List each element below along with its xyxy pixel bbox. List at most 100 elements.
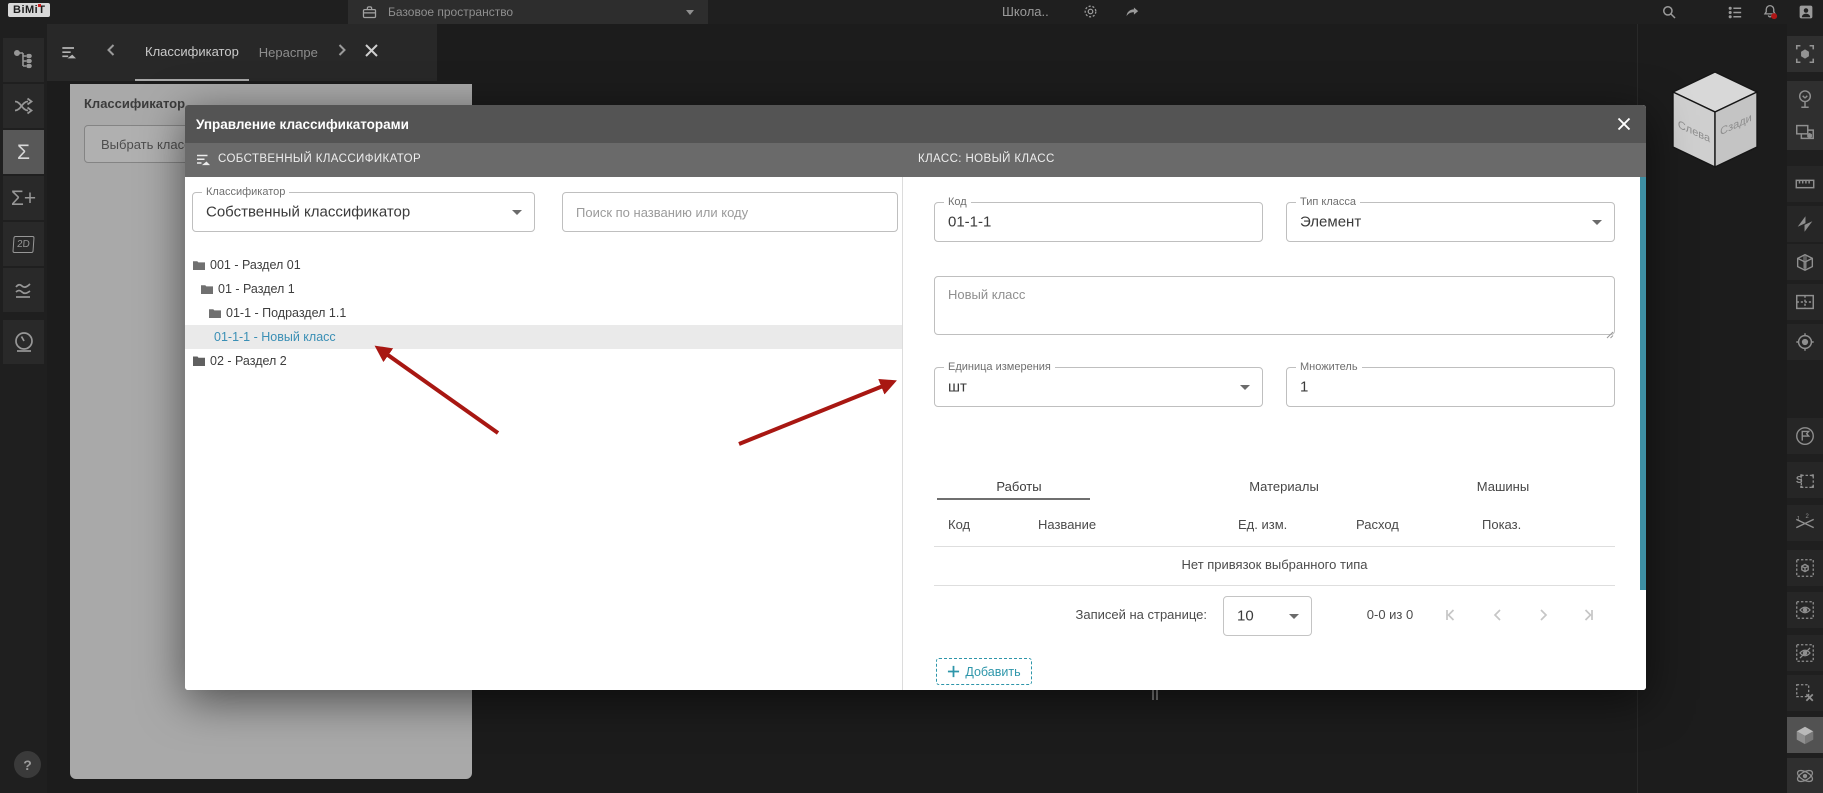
code-field[interactable]: Код 01-1-1 <box>934 196 1263 242</box>
search-input[interactable] <box>562 192 898 232</box>
add-binding-button[interactable]: Добавить <box>936 658 1032 685</box>
notifications-icon[interactable] <box>1761 3 1779 21</box>
list-icon[interactable] <box>1727 4 1744 21</box>
search-icon[interactable] <box>1660 3 1678 21</box>
selection-s-icon[interactable]: S <box>1787 462 1823 498</box>
rows-per-page-label: Записей на странице: <box>1075 607 1207 622</box>
focus-select-icon[interactable] <box>1787 36 1823 72</box>
account-icon[interactable] <box>1797 3 1815 21</box>
pane-divider <box>902 177 903 690</box>
sigma-plus-icon[interactable]: Σ+ <box>3 176 44 220</box>
class-type-select[interactable]: Тип класса Элемент <box>1286 196 1615 242</box>
tree-item-label: 001 - Раздел 01 <box>210 258 301 272</box>
share-icon[interactable] <box>1124 4 1141 21</box>
tabs-close-icon[interactable] <box>356 43 387 63</box>
nature-tree-icon[interactable] <box>1787 81 1823 117</box>
tab-machines[interactable]: Машины <box>1477 479 1529 494</box>
help-button[interactable]: ? <box>14 751 41 778</box>
tab-classifier-label: Классификатор <box>145 44 239 59</box>
2d-icon[interactable]: 2D <box>3 222 44 266</box>
selection-layers-icon[interactable] <box>1787 114 1823 150</box>
folder-open-icon <box>193 261 205 270</box>
ruler-icon[interactable] <box>1787 166 1823 202</box>
shuffle-icon[interactable] <box>3 84 44 128</box>
tab-classifier[interactable]: Классификатор <box>135 24 249 81</box>
multiplier-label: Множитель <box>1296 361 1362 374</box>
class-type-label: Тип класса <box>1296 196 1360 209</box>
right-panel-header: КЛАСС: НОВЫЙ КЛАСС <box>918 153 1055 165</box>
rows-per-page-value: 10 <box>1237 607 1254 625</box>
gear-icon[interactable] <box>1082 3 1099 20</box>
table-divider <box>934 585 1615 586</box>
target-icon[interactable] <box>1787 324 1823 360</box>
caret-down-icon <box>1289 614 1299 619</box>
active-tab-underline <box>937 498 1090 500</box>
tabs-menu-icon[interactable] <box>59 43 79 63</box>
class-name-textarea[interactable]: Новый класс <box>934 276 1615 335</box>
caret-down-icon <box>1592 220 1602 225</box>
tree-item[interactable]: 01 - Раздел 1 <box>185 277 902 301</box>
first-page-icon[interactable] <box>1441 605 1461 625</box>
project-name: Школа.. <box>1002 4 1049 19</box>
tab-works[interactable]: Работы <box>996 479 1041 494</box>
tree-item-selected[interactable]: 01-1-1 - Новый класс <box>185 325 902 349</box>
modal-titlebar: Управление классификаторами <box>185 105 1646 143</box>
modal-body: Классификатор Собственный классификатор … <box>185 177 1646 690</box>
classifier-select-label: Классификатор <box>202 186 290 199</box>
briefcase-icon <box>361 4 378 21</box>
modal-close-icon[interactable] <box>1616 116 1632 137</box>
modal-subheader: СОБСТВЕННЫЙ КЛАССИФИКАТОР КЛАСС: НОВЫЙ К… <box>185 143 1646 177</box>
right-pane-scrollbar[interactable] <box>1640 177 1646 590</box>
tab-materials[interactable]: Материалы <box>1249 479 1319 494</box>
show-eye-icon[interactable] <box>1787 592 1823 628</box>
tree-item-label: 01-1-1 - Новый класс <box>214 330 336 344</box>
section-box-icon[interactable] <box>1787 244 1823 280</box>
workspace-label: Базовое пространство <box>388 5 514 19</box>
column-header-unit: Ед. изм. <box>1238 517 1288 532</box>
column-header-indicator: Показ. <box>1482 517 1522 532</box>
tabs-next-icon[interactable] <box>328 43 356 62</box>
empty-table-message: Нет привязок выбранного типа <box>1181 557 1368 572</box>
gauge-icon[interactable] <box>3 320 44 364</box>
trend-lines-icon[interactable] <box>3 268 44 312</box>
classifier-tree: 001 - Раздел 01 01 - Раздел 1 01-1 - Под… <box>185 253 902 373</box>
orbit-icon[interactable] <box>1787 758 1823 793</box>
sigma-icon[interactable]: Σ <box>3 130 44 174</box>
multiplier-field[interactable]: Множитель 1 <box>1286 361 1615 407</box>
hide-eye-icon[interactable] <box>1787 635 1823 671</box>
rows-per-page-select[interactable]: 10 <box>1223 596 1312 636</box>
multiplier-value: 1 <box>1300 378 1309 396</box>
unit-label: Единица измерения <box>944 361 1055 374</box>
workspace-selector[interactable]: Базовое пространство <box>348 0 708 24</box>
tabs-prev-icon[interactable] <box>97 43 125 62</box>
column-header-code: Код <box>948 517 971 532</box>
add-binding-label: Добавить <box>965 664 1021 679</box>
axis-lines-icon[interactable]: 12 <box>1787 505 1823 541</box>
tree-item[interactable]: 02 - Раздел 2 <box>185 349 902 373</box>
caret-down-icon <box>686 9 694 15</box>
caret-down-icon <box>512 210 522 215</box>
sort-tree-icon[interactable] <box>194 151 212 169</box>
sigma-glyph: Σ <box>17 140 30 164</box>
tree-item[interactable]: 001 - Раздел 01 <box>185 253 902 277</box>
sigma-plus-glyph: Σ+ <box>10 186 37 210</box>
isolate-cube-icon[interactable] <box>1787 550 1823 586</box>
flag-icon[interactable] <box>1787 418 1823 454</box>
view-cube[interactable]: Слева Сзади <box>1650 62 1780 182</box>
floorplan-icon[interactable] <box>1787 284 1823 320</box>
structure-tree-icon[interactable] <box>3 38 44 82</box>
flash-icon[interactable] <box>1787 206 1823 242</box>
solid-cube-icon[interactable] <box>1787 717 1823 753</box>
clear-selection-icon[interactable] <box>1787 675 1823 711</box>
axis-two-glyph: 2 <box>1805 514 1808 520</box>
next-page-icon[interactable] <box>1533 605 1553 625</box>
class-type-value: Элемент <box>1300 213 1362 231</box>
last-page-icon[interactable] <box>1578 605 1598 625</box>
classifier-select[interactable]: Классификатор Собственный классификатор <box>192 186 535 232</box>
tab-unallocated[interactable]: Нераспре <box>249 24 328 81</box>
previous-page-icon[interactable] <box>1488 605 1508 625</box>
unit-select[interactable]: Единица измерения шт <box>934 361 1263 407</box>
logo-red-dot <box>38 4 42 7</box>
left-toolbar: Σ Σ+ 2D <box>0 24 47 793</box>
tree-item[interactable]: 01-1 - Подраздел 1.1 <box>185 301 902 325</box>
